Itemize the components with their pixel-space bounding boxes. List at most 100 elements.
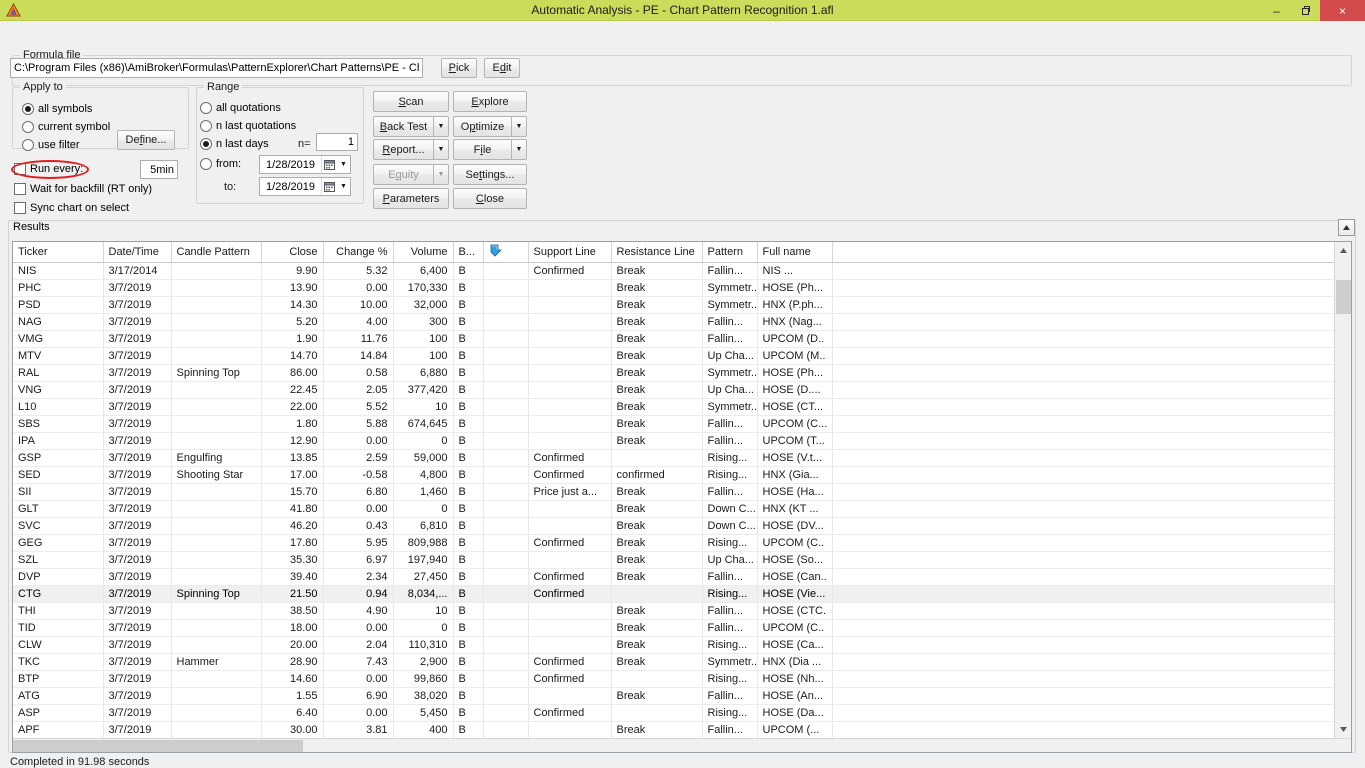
- back-test-split-button[interactable]: Back Test ▼: [373, 116, 449, 137]
- results-grid[interactable]: Ticker Date/Time Candle Pattern Close Change…: [12, 241, 1352, 753]
- table-row[interactable]: NAG 3/7/2019 5.20 4.00 300 B Break Fallin... HNX…: [13, 313, 1334, 331]
- table-row[interactable]: VMG 3/7/2019 1.90 11.76 100 B Break Fallin... UP…: [13, 330, 1334, 348]
- table-row[interactable]: TID 3/7/2019 18.00 0.00 0 B Break Fallin... UPCO…: [13, 619, 1334, 637]
- table-row[interactable]: PHC 3/7/2019 13.90 0.00 170,330 B Break Symmetr…: [13, 279, 1334, 297]
- close-dialog-button[interactable]: Close: [453, 188, 527, 209]
- table-row[interactable]: GSP 3/7/2019 Engulfing 13.85 2.59 59,000 B Conf…: [13, 449, 1334, 467]
- radio-from-date[interactable]: from:: [200, 158, 241, 170]
- radio-n-last-quotations[interactable]: n last quotations: [200, 120, 296, 132]
- table-row[interactable]: APF 3/7/2019 30.00 3.81 400 B Break Fallin... UP…: [13, 721, 1334, 738]
- table-row[interactable]: SII 3/7/2019 15.70 6.80 1,460 B Price just a..…: [13, 483, 1334, 501]
- table-row[interactable]: PSD 3/7/2019 14.30 10.00 32,000 B Break Symmetr…: [13, 296, 1334, 314]
- checkbox-label: Run every:: [30, 163, 84, 175]
- report-button[interactable]: Report...: [373, 139, 433, 160]
- to-date-picker[interactable]: 1/28/2019 ▼: [259, 177, 351, 196]
- calendar-icon: [321, 156, 337, 173]
- parameters-button[interactable]: Parameters: [373, 188, 449, 209]
- chevron-down-icon[interactable]: ▼: [511, 116, 527, 137]
- chevron-down-icon[interactable]: ▼: [337, 178, 350, 195]
- sort-arrow-icon[interactable]: [489, 244, 503, 260]
- column-header-support[interactable]: Support Line: [528, 242, 612, 263]
- cell-close: 21.50: [261, 585, 324, 603]
- table-row[interactable]: SVC 3/7/2019 46.20 0.43 6,810 B Break Down C...…: [13, 517, 1334, 535]
- cell-change: 6.80: [323, 483, 394, 501]
- column-header-sorticon[interactable]: [483, 242, 529, 263]
- table-row[interactable]: THI 3/7/2019 38.50 4.90 10 B Break Fallin... HOS…: [13, 602, 1334, 620]
- vertical-scroll-thumb[interactable]: [1336, 280, 1351, 314]
- back-test-button[interactable]: Back Test: [373, 116, 433, 137]
- cell-spare: [832, 347, 1334, 365]
- table-row[interactable]: ATG 3/7/2019 1.55 6.90 38,020 B Break Fallin...…: [13, 687, 1334, 705]
- column-header-pattern[interactable]: Pattern: [702, 242, 758, 263]
- results-horizontal-scrollbar[interactable]: [13, 738, 1351, 752]
- column-header-resistance[interactable]: Resistance Line: [611, 242, 703, 263]
- checkbox-run-every[interactable]: Run every:: [14, 163, 83, 175]
- define-button[interactable]: Define...: [117, 130, 175, 150]
- radio-all-symbols[interactable]: all symbols: [22, 103, 92, 115]
- minimize-button[interactable]: –: [1262, 0, 1291, 21]
- results-vertical-scrollbar[interactable]: [1334, 242, 1351, 738]
- cell-resistance: Break: [611, 619, 703, 637]
- column-header-candle[interactable]: Candle Pattern: [171, 242, 262, 263]
- table-row[interactable]: GLT 3/7/2019 41.80 0.00 0 B Break Down C... HNX …: [13, 500, 1334, 518]
- cell-close: 6.40: [261, 704, 324, 722]
- formula-path-input[interactable]: [10, 58, 423, 78]
- radio-n-last-days[interactable]: n last days: [200, 138, 269, 150]
- table-row[interactable]: NIS 3/17/2014 9.90 5.32 6,400 B Confirmed Break…: [13, 262, 1334, 280]
- table-row[interactable]: SED 3/7/2019 Shooting Star 17.00 -0.58 4,800 B…: [13, 466, 1334, 484]
- scroll-up-arrow-icon[interactable]: [1335, 242, 1351, 259]
- radio-use-filter[interactable]: use filter: [22, 139, 80, 151]
- column-header-spare[interactable]: [832, 242, 1334, 263]
- radio-all-quotations[interactable]: all quotations: [200, 102, 281, 114]
- results-scroll-up-button[interactable]: [1338, 219, 1355, 236]
- checkbox-wait-for-backfill[interactable]: Wait for backfill (RT only): [14, 183, 152, 195]
- table-row[interactable]: TKC 3/7/2019 Hammer 28.90 7.43 2,900 B Confirme…: [13, 653, 1334, 671]
- cell-datetime: 3/7/2019: [103, 313, 172, 331]
- restore-button[interactable]: [1291, 0, 1320, 21]
- optimize-split-button[interactable]: Op timize ▼: [453, 116, 527, 137]
- cell-candle: [171, 636, 262, 654]
- from-date-picker[interactable]: 1/28/2019 ▼: [259, 155, 351, 174]
- table-row[interactable]: BTP 3/7/2019 14.60 0.00 99,860 B Confirmed Risi…: [13, 670, 1334, 688]
- chevron-down-icon[interactable]: ▼: [433, 139, 449, 160]
- file-button[interactable]: Fi le: [453, 139, 511, 160]
- table-row[interactable]: GEG 3/7/2019 17.80 5.95 809,988 B Confirmed Bre…: [13, 534, 1334, 552]
- chevron-down-icon[interactable]: ▼: [433, 116, 449, 137]
- settings-button[interactable]: Settings...: [453, 164, 527, 185]
- column-header-volume[interactable]: Volume: [393, 242, 454, 263]
- checkbox-sync-chart-on-select[interactable]: Sync chart on select: [14, 202, 129, 214]
- run-every-input[interactable]: [140, 160, 178, 179]
- table-row[interactable]: L10 3/7/2019 22.00 5.52 10 B Break Symmetr.. HOS…: [13, 398, 1334, 416]
- table-row[interactable]: ASP 3/7/2019 6.40 0.00 5,450 B Confirmed Rising…: [13, 704, 1334, 722]
- explore-button[interactable]: Explore: [453, 91, 527, 112]
- table-row[interactable]: SZL 3/7/2019 35.30 6.97 197,940 B Break Up Cha.…: [13, 551, 1334, 569]
- table-row[interactable]: CTG 3/7/2019 Spinning Top 21.50 0.94 8,034,..…: [13, 585, 1334, 603]
- table-row[interactable]: MTV 3/7/2019 14.70 14.84 100 B Break Up Cha... U…: [13, 347, 1334, 365]
- column-header-change[interactable]: Change %: [323, 242, 394, 263]
- scan-button[interactable]: Scan: [373, 91, 449, 112]
- chevron-down-icon[interactable]: ▼: [337, 156, 350, 173]
- n-value-input[interactable]: [316, 133, 358, 151]
- file-split-button[interactable]: Fi le ▼: [453, 139, 527, 160]
- radio-current-symbol[interactable]: current symbol: [22, 121, 110, 133]
- close-button[interactable]: ×: [1320, 0, 1365, 21]
- column-header-ticker[interactable]: Ticker: [13, 242, 104, 263]
- table-row[interactable]: DVP 3/7/2019 39.40 2.34 27,450 B Confirmed Brea…: [13, 568, 1334, 586]
- table-row[interactable]: SBS 3/7/2019 1.80 5.88 674,645 B Break Fallin..…: [13, 415, 1334, 433]
- optimize-button[interactable]: Op timize: [453, 116, 511, 137]
- table-row[interactable]: IPA 3/7/2019 12.90 0.00 0 B Break Fallin... UPCO…: [13, 432, 1334, 450]
- scroll-down-arrow-icon[interactable]: [1335, 721, 1351, 738]
- horizontal-scroll-thumb[interactable]: [13, 740, 303, 752]
- report-split-button[interactable]: Report... ▼: [373, 139, 449, 160]
- cell-fullname: HOSE (DV...: [757, 517, 833, 535]
- column-header-datetime[interactable]: Date/Time: [103, 242, 172, 263]
- column-header-fullname[interactable]: Full name: [757, 242, 833, 263]
- column-header-b[interactable]: B...: [453, 242, 484, 263]
- pick-button[interactable]: Pick: [441, 58, 477, 78]
- edit-button[interactable]: Edit: [484, 58, 520, 78]
- table-row[interactable]: RAL 3/7/2019 Spinning Top 86.00 0.58 6,880 B Br…: [13, 364, 1334, 382]
- table-row[interactable]: VNG 3/7/2019 22.45 2.05 377,420 B Break Up Cha.…: [13, 381, 1334, 399]
- table-row[interactable]: CLW 3/7/2019 20.00 2.04 110,310 B Break Rising.…: [13, 636, 1334, 654]
- chevron-down-icon[interactable]: ▼: [511, 139, 527, 160]
- column-header-close[interactable]: Close: [261, 242, 324, 263]
